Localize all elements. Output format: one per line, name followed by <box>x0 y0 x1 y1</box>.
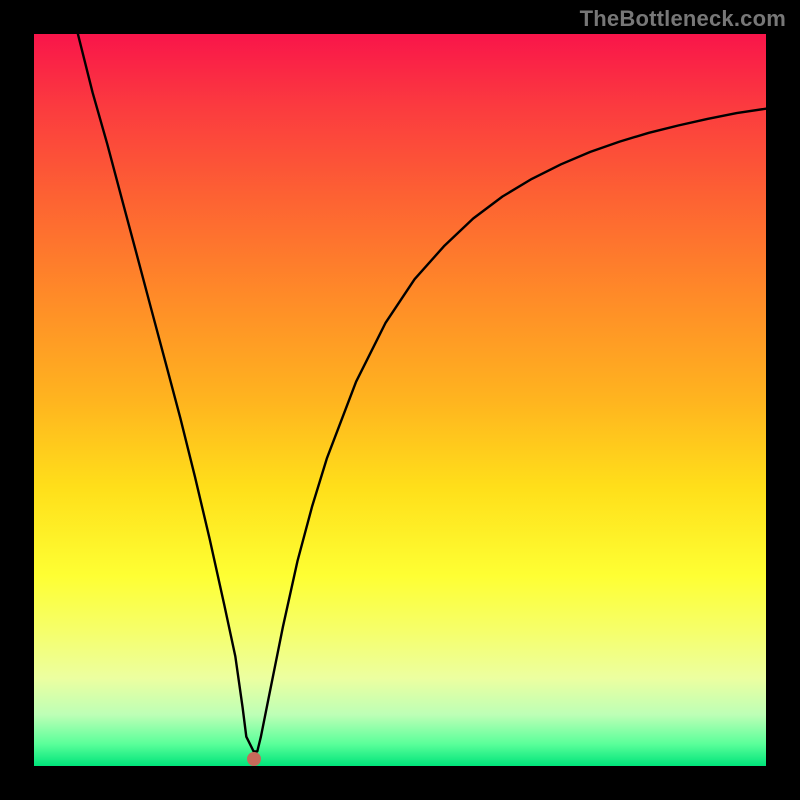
curve-svg <box>34 34 766 766</box>
minimum-marker <box>247 752 261 766</box>
bottleneck-curve <box>78 34 766 751</box>
plot-area <box>34 34 766 766</box>
watermark-text: TheBottleneck.com <box>580 6 786 32</box>
chart-frame: TheBottleneck.com <box>0 0 800 800</box>
